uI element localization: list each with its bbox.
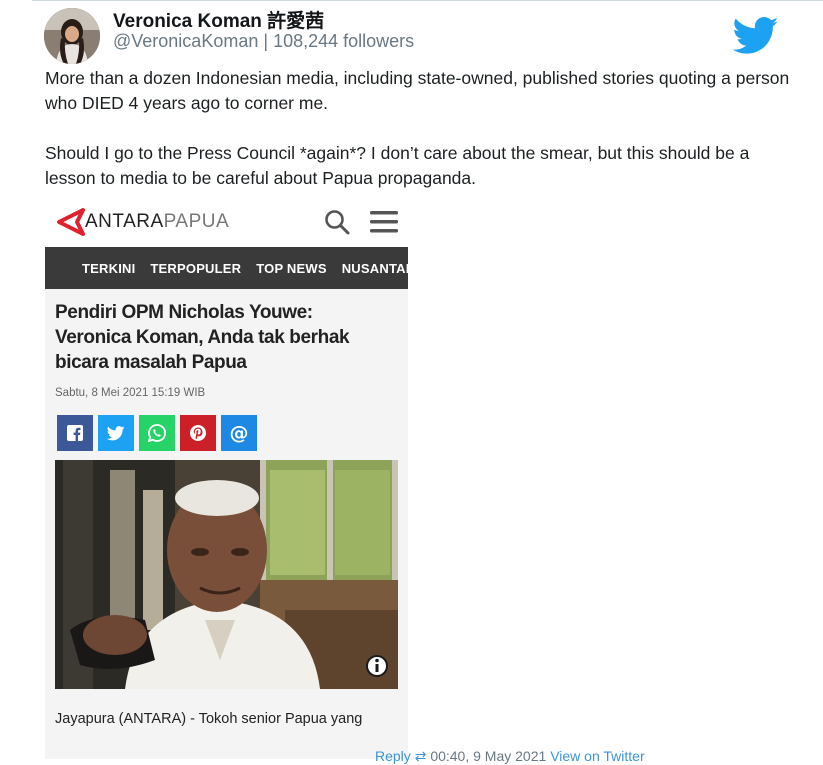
email-share-button[interactable]: @ <box>221 415 257 451</box>
article-headline[interactable]: Pendiri OPM Nicholas Youwe: Veronica Kom… <box>55 300 385 375</box>
share-buttons: @ <box>57 415 262 451</box>
nav-item-top-news[interactable]: TOP NEWS <box>256 261 326 276</box>
tweet-paragraph-2: Should I go to the Press Council *again*… <box>45 143 750 188</box>
handle-separator: | <box>263 31 269 51</box>
hamburger-menu-icon[interactable] <box>370 211 398 233</box>
reply-icon[interactable]: ⇄ <box>415 748 427 764</box>
tweet-paragraph-1: More than a dozen Indonesian media, incl… <box>45 68 790 113</box>
pinterest-share-button[interactable] <box>180 415 216 451</box>
tweet-timestamp[interactable]: 00:40, 9 May 2021 <box>430 748 546 764</box>
author-handle[interactable]: @VeronicaKoman <box>113 31 258 51</box>
site-header: ANTARA PAPUA <box>45 198 408 245</box>
view-on-twitter-link[interactable]: View on Twitter <box>550 748 644 764</box>
antara-logo-icon <box>57 208 85 236</box>
reply-link[interactable]: Reply <box>375 748 411 764</box>
embedded-screenshot[interactable]: ANTARA PAPUA TERKINI TERPOPULER TOP NEWS… <box>45 198 408 759</box>
whatsapp-icon <box>147 424 166 443</box>
pinterest-icon <box>190 425 206 441</box>
whatsapp-share-button[interactable] <box>139 415 175 451</box>
nav-item-terkini[interactable]: TERKINI <box>82 261 135 276</box>
nav-item-terpopuler[interactable]: TERPOPULER <box>150 261 241 276</box>
logo-text-sub: PAPUA <box>163 211 230 232</box>
author-handle-row: @VeronicaKoman | 108,244 followers <box>113 31 414 52</box>
article-photo[interactable] <box>55 460 398 689</box>
avatar[interactable] <box>44 8 100 64</box>
tweet-footer: Reply ⇄ 00:40, 9 May 2021 View on Twitte… <box>375 748 645 765</box>
twitter-share-button[interactable] <box>98 415 134 451</box>
follower-count: 108,244 followers <box>273 31 415 51</box>
top-divider <box>32 0 823 1</box>
tweet-text: More than a dozen Indonesian media, incl… <box>45 66 795 216</box>
author-name[interactable]: Veronica Koman 許愛茜 <box>113 6 324 33</box>
nav-item-nusantara[interactable]: NUSANTARA <box>342 261 408 276</box>
twitter-bird-icon[interactable] <box>732 16 779 56</box>
article-body: Pendiri OPM Nicholas Youwe: Veronica Kom… <box>45 289 408 759</box>
logo-text-main: ANTARA <box>85 211 164 232</box>
facebook-share-button[interactable] <box>57 415 93 451</box>
facebook-icon <box>67 425 83 441</box>
site-nav-bar: TERKINI TERPOPULER TOP NEWS NUSANTARA <box>45 247 408 289</box>
search-icon[interactable] <box>324 209 350 235</box>
at-sign-icon: @ <box>229 422 249 444</box>
article-caption: Jayapura (ANTARA) - Tokoh senior Papua y… <box>55 711 363 727</box>
twitter-icon <box>107 425 125 440</box>
antara-logo[interactable]: ANTARA PAPUA <box>55 207 229 237</box>
article-date: Sabtu, 8 Mei 2021 15:19 WIB <box>55 387 206 399</box>
